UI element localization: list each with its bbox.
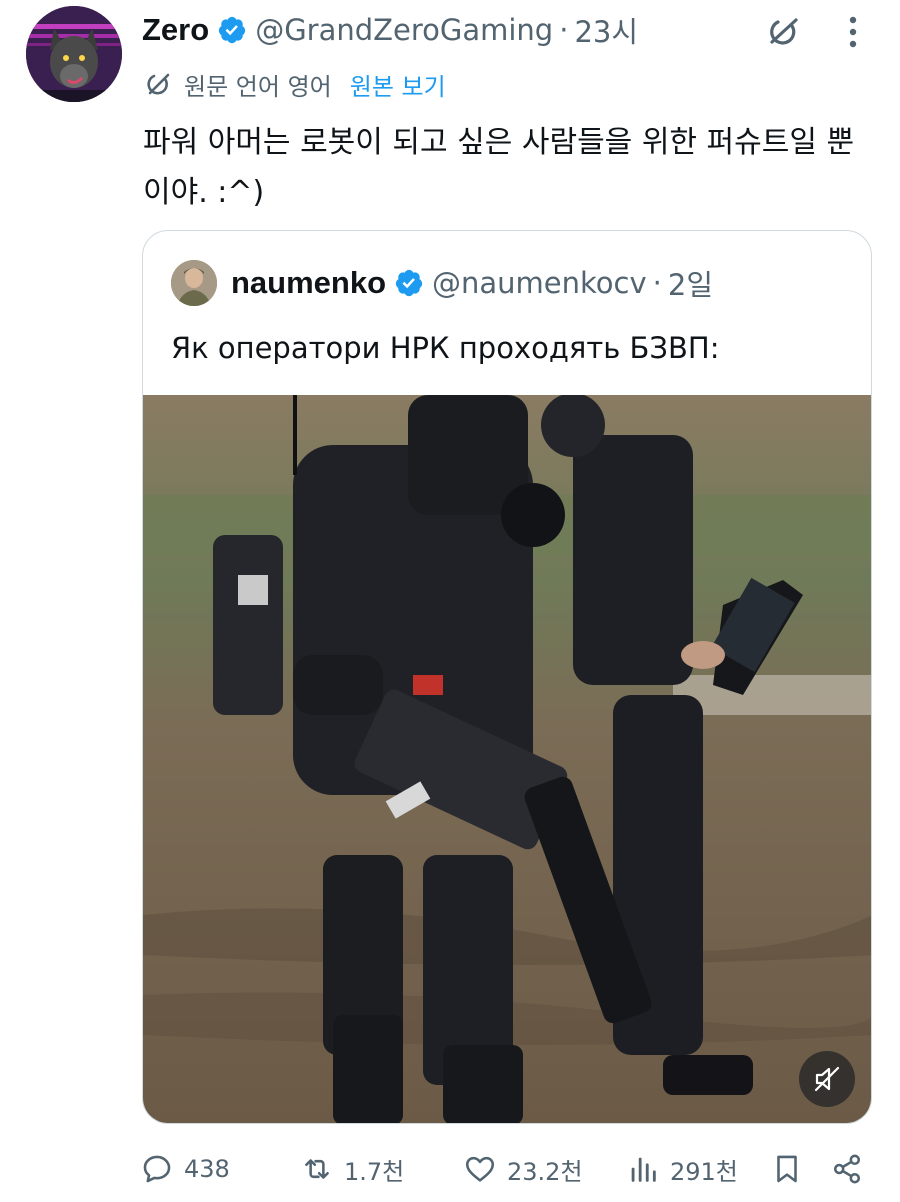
views-chart-icon <box>631 1157 656 1182</box>
repost-count: 1.7천 <box>344 1157 405 1186</box>
tweet-text: 파워 아머는 로봇이 되고 싶은 사람들을 위한 퍼슈트일 뿐이야. :^) <box>143 125 855 210</box>
like-count: 23.2천 <box>507 1157 583 1186</box>
quoted-author-name: naumenko <box>231 265 387 300</box>
translation-label: 원문 언어 영어 <box>184 72 332 101</box>
share-button[interactable] <box>830 1146 864 1192</box>
repost-icon <box>305 1159 329 1179</box>
bookmark-icon <box>777 1155 797 1183</box>
grok-icon[interactable] <box>764 12 804 52</box>
quoted-verified-badge-icon <box>395 269 423 297</box>
translation-row: 원문 언어 영어 원본 보기 <box>144 64 446 104</box>
mute-toggle-button[interactable] <box>799 1051 855 1107</box>
reply-icon <box>143 1155 171 1183</box>
wolf-avatar-icon <box>26 6 122 102</box>
show-original-link[interactable]: 원본 보기 <box>350 67 446 102</box>
quoted-tweet[interactable]: naumenko @naumenkocv · 2일 Як оператори Н… <box>142 230 872 1124</box>
share-icon <box>833 1154 861 1184</box>
author-avatar[interactable] <box>26 6 122 102</box>
bookmark-button[interactable] <box>770 1146 804 1192</box>
views-button[interactable]: 291천 <box>626 1146 738 1192</box>
quoted-author-handle: @naumenkocv <box>432 266 647 300</box>
like-button[interactable]: 23.2천 <box>463 1146 583 1192</box>
reply-count: 438 <box>184 1155 230 1183</box>
separator-dot: · <box>559 13 569 47</box>
more-options-icon[interactable] <box>842 12 864 52</box>
video-thumbnail-icon <box>143 395 871 1123</box>
quoted-text: Як оператори НРК проходять БЗВП: <box>171 331 720 365</box>
tweet-header: Zero @GrandZeroGaming · 23시 <box>142 8 638 52</box>
verified-badge-icon <box>219 16 246 44</box>
views-count: 291천 <box>670 1157 738 1186</box>
tweet-time[interactable]: 23시 <box>574 9 638 51</box>
author-name[interactable]: Zero <box>142 12 209 48</box>
grok-translate-icon <box>147 73 170 95</box>
speaker-muted-icon <box>814 1066 840 1092</box>
heart-icon <box>465 1156 495 1182</box>
reply-button[interactable]: 438 <box>140 1146 230 1192</box>
soldier-avatar-icon <box>171 260 217 306</box>
repost-button[interactable]: 1.7천 <box>300 1146 404 1192</box>
action-bar: 438 1.7천 23.2천 291천 <box>140 1146 870 1192</box>
quoted-header: naumenko @naumenkocv · 2일 <box>171 259 713 307</box>
quoted-separator-dot: · <box>652 266 662 300</box>
author-handle[interactable]: @GrandZeroGaming <box>255 13 553 47</box>
quoted-video[interactable] <box>143 395 871 1123</box>
quoted-time: 2일 <box>667 268 714 302</box>
quoted-author-avatar <box>171 260 217 306</box>
